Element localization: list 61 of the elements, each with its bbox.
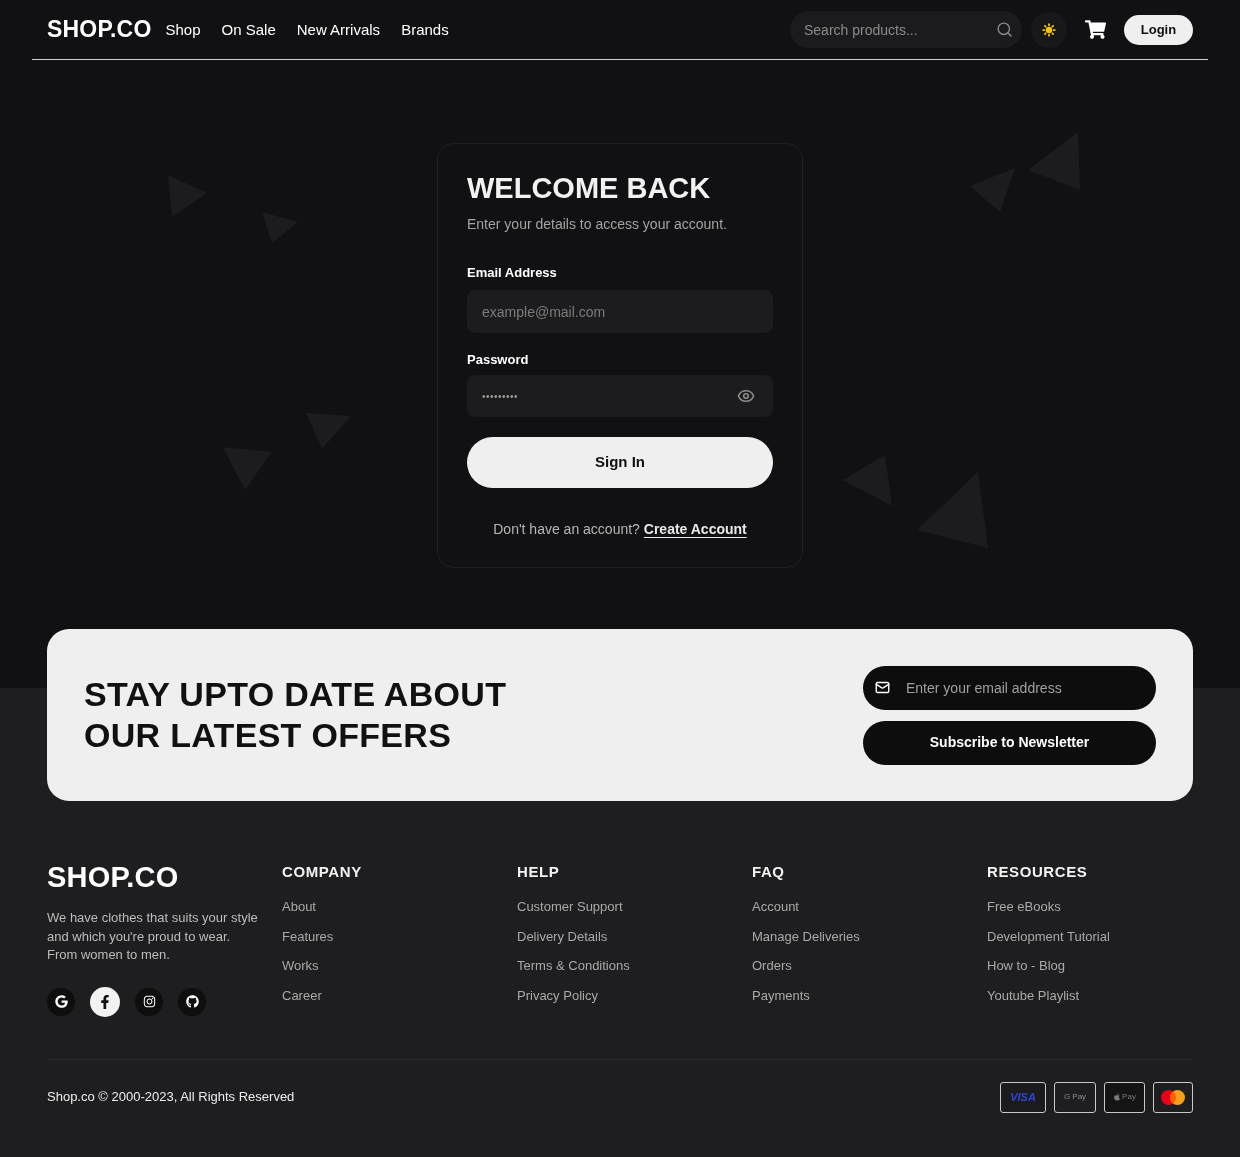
email-label: Email Address <box>467 264 558 282</box>
footer-link[interactable]: Account <box>752 897 799 918</box>
footer-link[interactable]: Privacy Policy <box>517 985 598 1006</box>
facebook-icon <box>98 994 112 1009</box>
google-icon <box>54 995 68 1008</box>
footer-link[interactable]: Customer Support <box>517 897 623 918</box>
footer-column-title: RESOURCES <box>987 862 1089 882</box>
copyright-text: Shop.co © 2000-2023, All Rights Reserved <box>47 1088 295 1107</box>
social-link[interactable] <box>47 987 75 1016</box>
eye-icon[interactable] <box>737 387 755 405</box>
footer-column-title: HELP <box>517 862 561 882</box>
search-icon <box>996 21 1013 38</box>
footer-link[interactable]: Development Tutorial <box>987 926 1110 947</box>
footer-link[interactable]: Payments <box>752 985 810 1006</box>
nav-link[interactable]: On Sale <box>221 18 276 42</box>
newsletter-email-field[interactable]: Enter your email address <box>863 665 1156 710</box>
sun-icon <box>1042 22 1056 37</box>
footer-link[interactable]: Free eBooks <box>987 897 1061 918</box>
login-title: WELCOME BACK <box>467 172 712 204</box>
footer-link[interactable]: Orders <box>752 956 792 977</box>
subscribe-button[interactable]: Subscribe to Newsletter <box>863 720 1156 765</box>
footer-description: We have clothes that suits your style and which you're proud to wear. From women to men. <box>47 909 259 964</box>
footer-column-title: FAQ <box>752 862 786 882</box>
theme-toggle-button[interactable] <box>1031 11 1067 48</box>
footer-link[interactable]: Features <box>282 926 334 947</box>
visa-label: VISA <box>1010 1091 1036 1103</box>
login-subtitle: Enter your details to access your account. <box>467 215 728 234</box>
signup-prompt: Don't have an account? <box>493 521 640 537</box>
nav-link[interactable]: Shop <box>165 18 201 42</box>
create-account-link[interactable]: Create Account <box>643 521 747 537</box>
login-button[interactable]: Login <box>1124 14 1193 45</box>
mail-icon <box>875 680 890 695</box>
gpay-label: G Pay <box>1063 1093 1087 1101</box>
footer-link[interactable]: How to - Blog <box>987 956 1066 977</box>
password-input[interactable]: ••••••••• <box>467 375 773 417</box>
search-field[interactable]: Search products... <box>790 11 1022 48</box>
footer-column-title: COMPANY <box>282 862 363 882</box>
cart-icon[interactable] <box>1085 20 1106 39</box>
footer-link[interactable]: Delivery Details <box>517 926 608 947</box>
footer-link[interactable]: Youtube Playlist <box>987 985 1080 1006</box>
social-link[interactable] <box>90 986 120 1017</box>
footer-logo[interactable]: SHOP.CO <box>47 860 282 894</box>
github-icon <box>185 995 199 1008</box>
footer-link[interactable]: Works <box>282 956 319 977</box>
applepay-label: Pay <box>1122 1093 1136 1101</box>
footer-link[interactable]: Manage Deliveries <box>752 926 860 947</box>
password-label: Password <box>467 351 530 369</box>
mastercard-icon <box>1161 1089 1185 1105</box>
footer-link[interactable]: Terms & Conditions <box>517 956 630 977</box>
email-input[interactable]: example@mail.com <box>467 290 773 333</box>
nav-link[interactable]: Brands <box>401 18 449 42</box>
social-link[interactable] <box>178 987 206 1016</box>
logo[interactable]: SHOP.CO <box>47 12 152 47</box>
apple-icon <box>1113 1093 1122 1101</box>
nav-link[interactable]: New Arrivals <box>296 18 381 42</box>
instagram-icon <box>142 995 156 1008</box>
footer-link[interactable]: About <box>282 897 316 918</box>
sign-in-button[interactable]: Sign In <box>467 437 773 488</box>
social-link[interactable] <box>135 987 163 1016</box>
newsletter-heading: STAY UPTO DATE ABOUT OUR LATEST OFFERS <box>84 674 507 756</box>
footer-link[interactable]: Career <box>282 985 322 1006</box>
